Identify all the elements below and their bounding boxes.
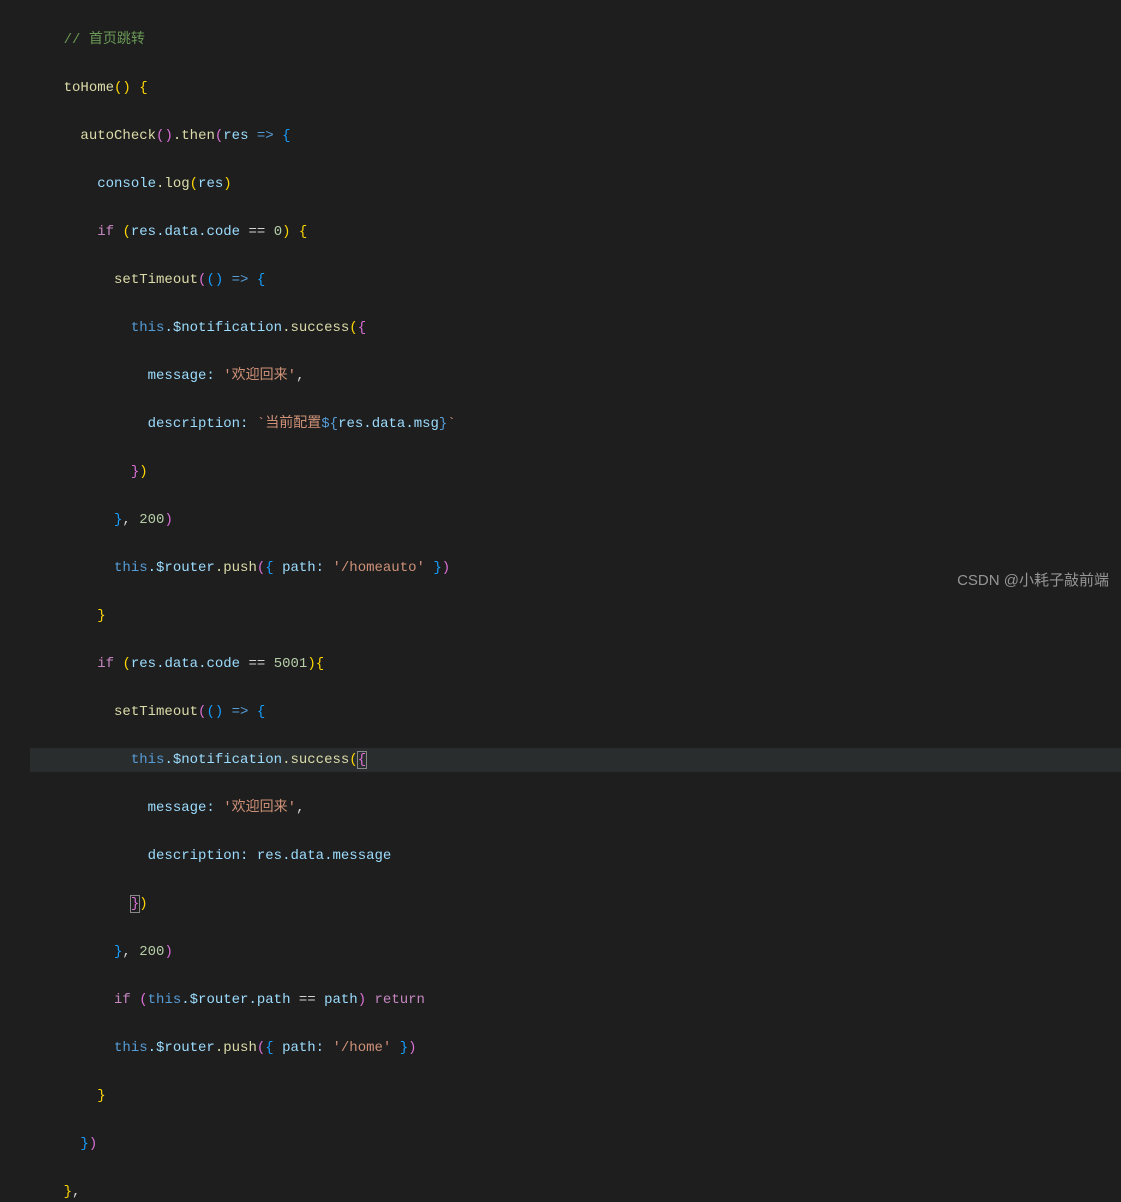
- code-line: console.log(res): [30, 172, 1121, 196]
- code-line: }): [30, 460, 1121, 484]
- code-line: }, 200): [30, 940, 1121, 964]
- code-line: description: `当前配置${res.data.msg}`: [30, 412, 1121, 436]
- code-line-active: this.$notification.success({: [30, 748, 1121, 772]
- code-line: autoCheck().then(res => {: [30, 124, 1121, 148]
- code-line: // 首页跳转: [30, 28, 1121, 52]
- code-line: }): [30, 1132, 1121, 1156]
- code-line: }: [30, 604, 1121, 628]
- code-line: }, 200): [30, 508, 1121, 532]
- code-line: setTimeout(() => {: [30, 268, 1121, 292]
- minimap[interactable]: [1103, 0, 1121, 601]
- code-line: toHome() {: [30, 76, 1121, 100]
- code-line: this.$router.push({ path: '/home' }): [30, 1036, 1121, 1060]
- code-line: },: [30, 1180, 1121, 1202]
- code-editor[interactable]: // 首页跳转 toHome() { autoCheck().then(res …: [0, 0, 1121, 1202]
- code-line: description: res.data.message: [30, 844, 1121, 868]
- code-line: this.$notification.success({: [30, 316, 1121, 340]
- code-line: if (res.data.code == 5001){: [30, 652, 1121, 676]
- code-line: if (res.data.code == 0) {: [30, 220, 1121, 244]
- code-line: if (this.$router.path == path) return: [30, 988, 1121, 1012]
- watermark: CSDN @小耗子敲前端: [957, 569, 1109, 593]
- code-line: message: '欢迎回来',: [30, 796, 1121, 820]
- code-line: message: '欢迎回来',: [30, 364, 1121, 388]
- code-line: }: [30, 1084, 1121, 1108]
- code-line: }): [30, 892, 1121, 916]
- code-line: setTimeout(() => {: [30, 700, 1121, 724]
